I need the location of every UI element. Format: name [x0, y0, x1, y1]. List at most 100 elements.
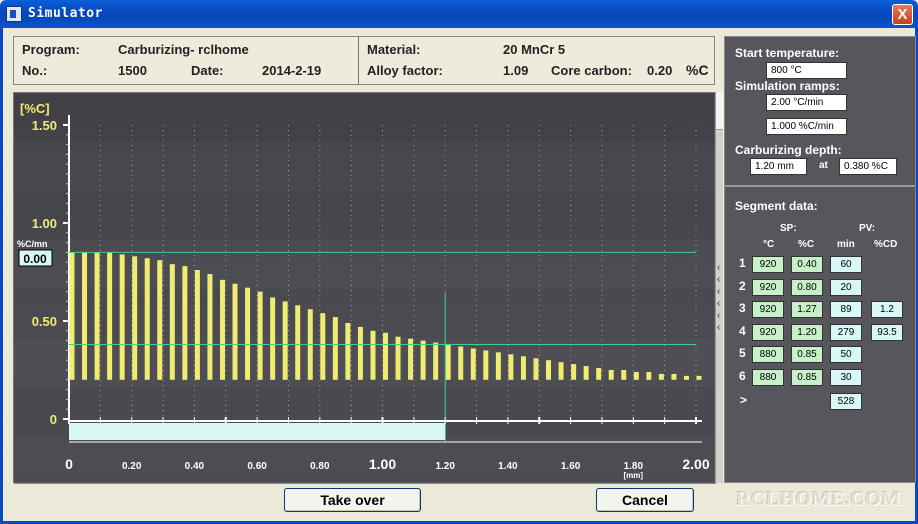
segment-sp-temperature[interactable]: 920: [752, 278, 784, 296]
bar: [107, 252, 113, 380]
bar: [433, 342, 439, 380]
bar: [383, 332, 388, 380]
bar: [270, 297, 276, 380]
segment-sp-temperature[interactable]: 880: [752, 369, 784, 386]
x-tick-label: 0.20: [122, 461, 142, 472]
carbon-profile-chart: 1.50 1.00 0.50 0 [%C] %C/mn 0.00 0 0.20 0.40 0.60 0…: [13, 92, 716, 485]
segment-sp-temperature[interactable]: 920: [752, 323, 784, 341]
segment-pv-minutes[interactable]: 50: [830, 346, 862, 364]
carburizing-depth-field[interactable]: 1.20 mm: [750, 158, 807, 175]
core-carbon-label: Core carbon:: [551, 63, 632, 78]
chevron-left-icon: ‹: [717, 274, 721, 285]
bar: [495, 352, 501, 380]
sp-label: SP:: [780, 223, 797, 234]
x-tick-label: 1.40: [498, 461, 518, 472]
bar: [370, 330, 376, 380]
segment-pv-minutes[interactable]: 60: [830, 256, 862, 273]
scrollbar-thumb[interactable]: [716, 92, 723, 130]
program-label: Program:: [22, 42, 80, 57]
bar: [207, 273, 213, 380]
segment-sp-carbon[interactable]: 0.85: [791, 369, 823, 386]
col-carbon-header: %C: [798, 239, 815, 250]
alloy-factor-value: 1.09: [503, 63, 529, 78]
segment-row-number: 3: [739, 301, 746, 316]
cancel-button[interactable]: Cancel: [596, 488, 694, 512]
segment-sp-carbon[interactable]: 1.27: [791, 301, 823, 319]
date-value: 2014-2-19: [262, 63, 322, 78]
y-tick-label: 0.50: [32, 314, 57, 329]
plot-band: [14, 93, 716, 142]
bar: [646, 371, 652, 380]
bar: [345, 322, 351, 380]
date-label: Date:: [191, 63, 224, 78]
bar: [520, 356, 526, 380]
bar: [257, 291, 263, 380]
segment-sp-carbon[interactable]: 0.80: [791, 278, 823, 296]
segment-row-number: 6: [739, 369, 746, 383]
chevron-left-icon: ‹: [717, 298, 721, 309]
segment-row-number: 5: [739, 346, 746, 361]
start-temperature-label: Start temperature:: [735, 46, 840, 60]
chevron-left-icon: ‹: [717, 262, 721, 273]
segment-pv-minutes[interactable]: 89: [830, 301, 862, 319]
segment-sp-temperature[interactable]: 920: [752, 256, 784, 273]
segment-pv-minutes[interactable]: 20: [830, 278, 862, 296]
segment-pv-cd[interactable]: 1.2: [871, 301, 903, 319]
bar: [558, 362, 564, 380]
core-carbon-value: 0.20: [647, 63, 673, 78]
y-tick-label: 0: [50, 412, 57, 427]
take-over-button[interactable]: Take over: [284, 488, 421, 512]
col-temp-header: °C: [763, 239, 775, 250]
total-marker: >: [740, 393, 748, 407]
bar: [132, 256, 138, 380]
bar: [608, 370, 614, 380]
segment-pv-cd[interactable]: 93.5: [871, 323, 903, 341]
col-minutes-header: min: [837, 239, 855, 250]
bar: [571, 364, 577, 380]
bar: [445, 344, 451, 380]
header-divider: [358, 37, 359, 84]
start-temperature-field[interactable]: 800 °C: [766, 62, 847, 79]
bar: [182, 266, 188, 380]
bar: [533, 358, 539, 380]
bar: [169, 264, 175, 380]
x-axis-label: [mm]: [624, 471, 644, 480]
x-tick-label: 0.40: [185, 461, 205, 472]
bar: [483, 350, 489, 380]
bar: [546, 360, 552, 380]
depth-carbon-field[interactable]: 0.380 %C: [839, 158, 897, 175]
x-tick-label: 0.60: [247, 461, 267, 472]
segment-row-number: 1: [739, 256, 746, 270]
close-button[interactable]: X: [892, 4, 913, 25]
segment-sp-temperature[interactable]: 880: [752, 346, 784, 364]
segment-data-label: Segment data:: [735, 199, 818, 213]
bar: [583, 366, 589, 380]
segment-sp-carbon[interactable]: 0.40: [791, 256, 823, 273]
ramp-temperature-field[interactable]: 2.00 °C/min: [766, 94, 847, 111]
pv-label: PV:: [859, 223, 876, 234]
segment-pv-minutes[interactable]: 279: [830, 323, 862, 341]
bar: [232, 283, 238, 380]
bar: [245, 287, 251, 380]
segment-pv-minutes[interactable]: 30: [830, 369, 862, 386]
plot-band: [14, 240, 716, 289]
bar: [219, 279, 225, 380]
bar: [320, 313, 326, 380]
x-tick-label: 1.20: [435, 461, 455, 472]
bar: [144, 258, 150, 380]
col-cd-header: %CD: [874, 239, 898, 250]
segment-sp-carbon[interactable]: 1.20: [791, 323, 823, 341]
segment-sp-carbon[interactable]: 0.85: [791, 346, 823, 364]
alloy-factor-label: Alloy factor:: [367, 63, 443, 78]
x-tick-label: 1.00: [369, 456, 396, 472]
total-minutes-cell: 528: [830, 393, 862, 410]
number-value: 1500: [118, 63, 147, 78]
bar: [658, 373, 664, 380]
ramp-carbon-field[interactable]: 1.000 %C/min: [766, 118, 847, 135]
program-header: Program: Carburizing- rclhome No.: 1500 …: [13, 36, 715, 85]
bar: [94, 252, 100, 380]
bar: [420, 340, 426, 380]
depth-at-label: at: [819, 160, 828, 171]
bar: [508, 354, 514, 380]
segment-sp-temperature[interactable]: 920: [752, 301, 784, 319]
